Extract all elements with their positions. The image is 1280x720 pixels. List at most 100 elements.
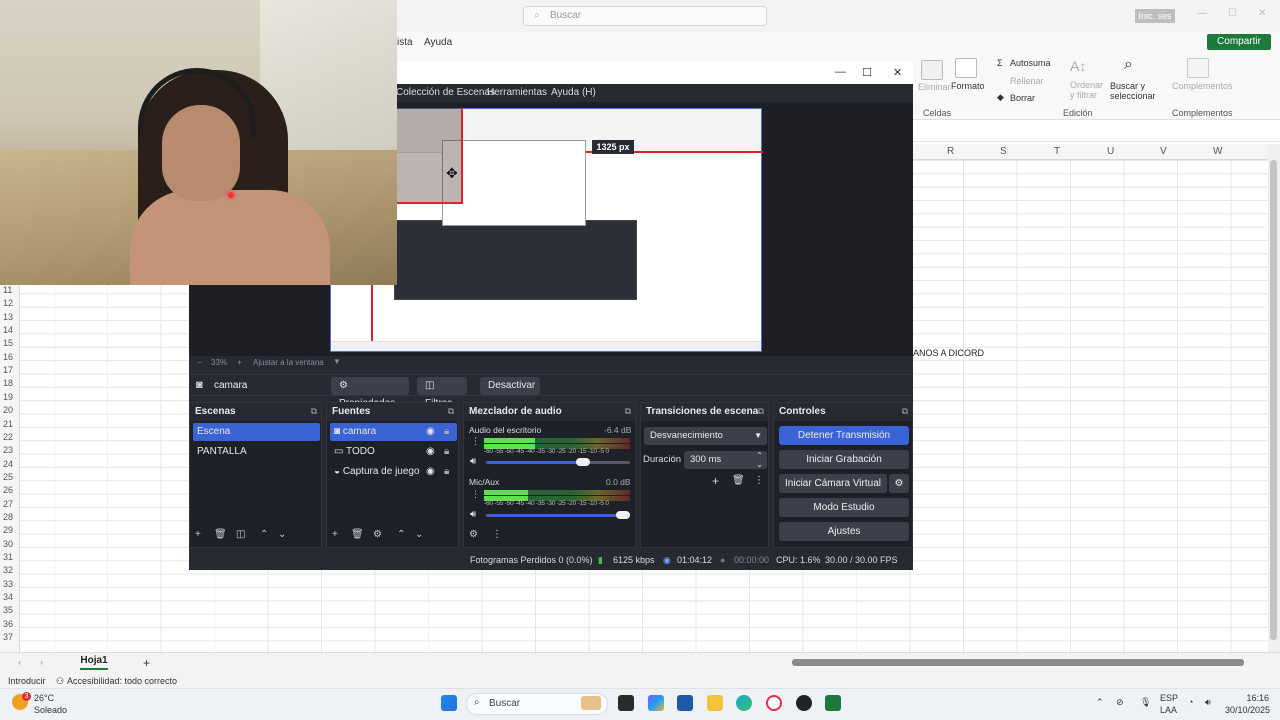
language[interactable]: ESP xyxy=(1160,693,1178,703)
undock-icon[interactable]: ⧉ xyxy=(902,406,908,417)
zoom-dropdown-icon[interactable]: ▼ xyxy=(333,357,341,366)
deactivate-button[interactable]: Desactivar xyxy=(480,377,540,395)
remove-scene-icon[interactable]: 🗑 xyxy=(214,529,227,540)
format-cells-icon[interactable] xyxy=(955,58,977,78)
move-down-icon[interactable]: ⌄ xyxy=(415,529,423,540)
addins-icon[interactable] xyxy=(1187,58,1209,78)
row-number[interactable]: 29 xyxy=(3,525,13,535)
move-up-icon[interactable]: ⌃ xyxy=(397,529,405,540)
row-number[interactable]: 31 xyxy=(3,552,13,562)
row-number[interactable]: 20 xyxy=(3,405,13,415)
channel-menu-icon[interactable]: ⋮ xyxy=(471,436,480,447)
scene-item[interactable]: PANTALLA xyxy=(193,443,320,461)
eye-icon[interactable]: ◉ xyxy=(426,463,435,481)
row-number[interactable]: 13 xyxy=(3,312,13,322)
menu-ayuda[interactable]: Ayuda xyxy=(424,37,452,48)
row-number[interactable]: 33 xyxy=(3,579,13,589)
language-layout[interactable]: LAA xyxy=(1160,705,1177,715)
settings-button[interactable]: Ajustes xyxy=(779,522,909,541)
scene-filter-icon[interactable]: ◫ xyxy=(236,529,245,540)
duration-input[interactable]: 300 ms ⌃ ⌄ xyxy=(684,451,767,469)
column-header[interactable]: S xyxy=(1000,146,1007,157)
zoom-out-icon[interactable]: − xyxy=(197,358,202,367)
excel-search-input[interactable]: ⌕ Buscar xyxy=(523,6,767,26)
store-icon[interactable] xyxy=(677,695,693,711)
undock-icon[interactable]: ⧉ xyxy=(311,406,317,417)
column-header[interactable]: V xyxy=(1160,146,1167,157)
lock-icon[interactable]: 🔒︎ xyxy=(444,463,449,481)
start-recording-button[interactable]: Iniciar Grabación xyxy=(779,450,909,469)
speaker-icon[interactable]: 🔊︎ xyxy=(470,456,476,467)
column-header[interactable]: W xyxy=(1213,146,1222,157)
filters-button[interactable]: ◫ Filtros xyxy=(417,377,467,409)
eye-icon[interactable]: ◉ xyxy=(426,423,435,441)
obs-minimize-icon[interactable]: — xyxy=(835,66,846,78)
row-number[interactable]: 28 xyxy=(3,512,13,522)
autosuma-button[interactable]: Autosuma xyxy=(1010,58,1051,68)
row-number[interactable]: 22 xyxy=(3,432,13,442)
windows-start-icon[interactable] xyxy=(441,695,457,711)
undock-icon[interactable]: ⧉ xyxy=(625,406,631,417)
formato-label[interactable]: Formato xyxy=(951,81,985,91)
move-down-icon[interactable]: ⌄ xyxy=(278,529,286,540)
source-item[interactable]: ◙ camara ◉ 🔒︎ xyxy=(330,423,457,441)
row-number[interactable]: 21 xyxy=(3,419,13,429)
clock-time[interactable]: 16:16 xyxy=(1225,693,1269,703)
transition-select[interactable]: Desvanecimiento ▼ xyxy=(644,427,767,445)
row-number[interactable]: 11 xyxy=(3,285,12,295)
obs-maximize-icon[interactable]: ☐ xyxy=(862,66,872,79)
mixer-menu-icon[interactable]: ⋮ xyxy=(492,529,502,540)
row-number[interactable]: 36 xyxy=(3,619,13,629)
undock-icon[interactable]: ⧉ xyxy=(758,406,764,417)
signin-button[interactable]: Inic. ses xyxy=(1135,9,1175,23)
source-item[interactable]: ▭ TODO ◉ 🔒︎ xyxy=(330,443,457,461)
weather-desc[interactable]: Soleado xyxy=(34,705,67,715)
row-number[interactable]: 18 xyxy=(3,378,13,388)
stop-stream-button[interactable]: Detener Transmisión xyxy=(779,426,909,445)
sheet-tab[interactable]: Hoja1 xyxy=(80,654,108,670)
row-number[interactable]: 15 xyxy=(3,338,13,348)
menu-tools[interactable]: Herramientas xyxy=(487,87,547,98)
start-virtual-camera-button[interactable]: Iniciar Cámara Virtual xyxy=(779,474,887,493)
sheet-next-icon[interactable]: › xyxy=(40,657,43,667)
minimize-icon[interactable]: — xyxy=(1197,8,1207,19)
cell-text[interactable]: ANOS A DICORD xyxy=(913,348,984,358)
remove-source-icon[interactable]: 🗑 xyxy=(351,529,364,540)
column-header[interactable]: U xyxy=(1107,146,1114,157)
excel-icon[interactable] xyxy=(825,695,841,711)
menu-help[interactable]: Ayuda (H) xyxy=(551,87,596,98)
studio-mode-button[interactable]: Modo Estudio xyxy=(779,498,909,517)
speaker-icon[interactable]: 🔊︎ xyxy=(470,509,476,520)
row-number[interactable]: 34 xyxy=(3,592,13,602)
row-number[interactable]: 19 xyxy=(3,392,13,402)
menu-vista[interactable]: ista xyxy=(397,37,413,48)
advanced-audio-icon[interactable]: ⚙ xyxy=(469,529,478,540)
row-number[interactable]: 24 xyxy=(3,459,13,469)
vertical-scroll-thumb[interactable] xyxy=(1270,160,1277,640)
eye-icon[interactable]: ◉ xyxy=(426,443,435,461)
channel-menu-icon[interactable]: ⋮ xyxy=(471,489,480,500)
add-transition-icon[interactable]: + xyxy=(712,474,719,488)
add-source-icon[interactable]: + xyxy=(332,529,338,540)
zoom-in-icon[interactable]: + xyxy=(237,358,242,367)
row-number[interactable]: 16 xyxy=(3,352,13,362)
copilot-icon[interactable] xyxy=(648,695,664,711)
row-number[interactable]: 26 xyxy=(3,485,13,495)
borrar-button[interactable]: Borrar xyxy=(1010,93,1035,103)
close-icon[interactable]: ✕ xyxy=(1258,8,1266,19)
weather-temp[interactable]: 26°C xyxy=(34,693,54,703)
zoom-fit[interactable]: Ajustar a la ventana xyxy=(253,358,324,367)
obs-icon[interactable] xyxy=(796,695,812,711)
file-explorer-icon[interactable] xyxy=(707,695,723,711)
volume-slider-knob[interactable] xyxy=(616,511,630,519)
spin-down-icon[interactable]: ⌄ xyxy=(756,456,763,474)
edge-icon[interactable] xyxy=(736,695,752,711)
add-sheet-button[interactable]: + xyxy=(143,656,150,670)
sheet-prev-icon[interactable]: ‹ xyxy=(18,657,21,667)
taskbar-search[interactable]: ⌕ Buscar xyxy=(466,693,608,715)
transition-menu-icon[interactable]: ⋮ xyxy=(754,475,764,486)
tray-expand-icon[interactable]: ⌃ xyxy=(1096,697,1104,708)
status-accessibility[interactable]: Accesibilidad: todo correcto xyxy=(67,676,177,686)
source-settings-icon[interactable]: ⚙ xyxy=(373,529,382,540)
virtual-camera-gear-icon[interactable]: ⚙ xyxy=(889,474,909,493)
